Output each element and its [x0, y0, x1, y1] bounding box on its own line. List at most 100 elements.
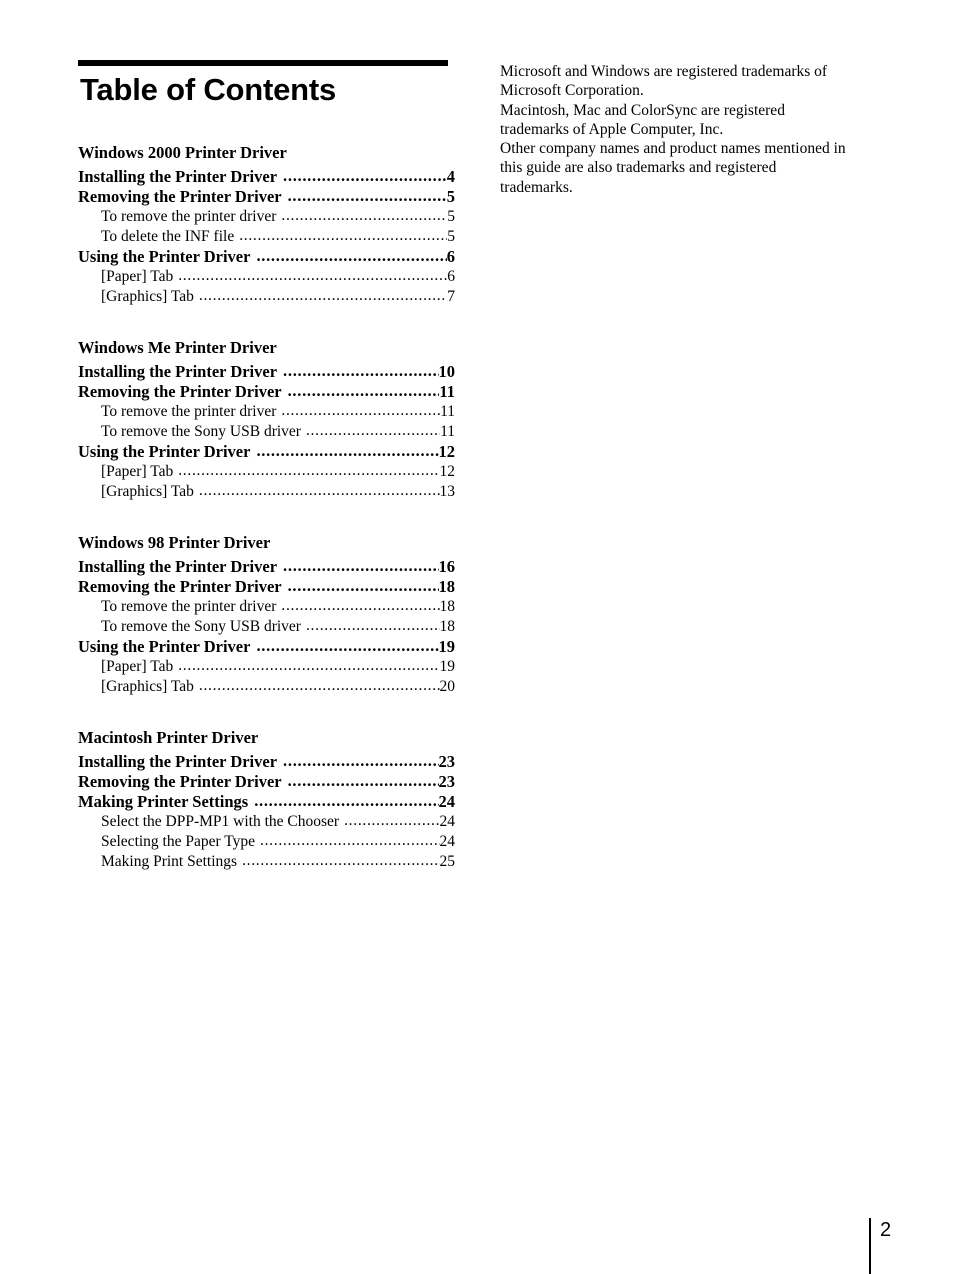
toc-entry-label: Removing the Printer Driver: [78, 577, 282, 596]
trademark-notice-line: trademarks of Apple Computer, Inc.: [500, 120, 724, 138]
toc-entry[interactable]: [Graphics] Tab 20: [78, 677, 455, 697]
toc-leader-dots: [256, 246, 446, 266]
toc-section: Windows 2000 Printer Driver Installing th…: [78, 142, 456, 307]
trademark-notice-line: Macintosh, Mac and ColorSync are registe…: [500, 101, 785, 119]
toc-entry[interactable]: [Graphics] Tab 7: [78, 287, 455, 307]
toc-entry-label: Removing the Printer Driver: [78, 187, 282, 206]
toc-entry-label: Installing the Printer Driver: [78, 557, 278, 576]
toc-entry-label: Select the DPP-MP1 with the Chooser: [101, 813, 340, 830]
trademark-notice-line: Other company names and product names me…: [500, 140, 846, 158]
toc-leader-dots: [283, 751, 438, 771]
toc-entry[interactable]: Installing the Printer Driver 23: [78, 752, 455, 772]
toc-entry-page-number: 18: [439, 598, 456, 615]
toc-entry[interactable]: Making Printer Settings 24: [78, 792, 455, 812]
toc-entry-label: Installing the Printer Driver: [78, 362, 278, 381]
toc-entry-page-number: 6: [447, 268, 455, 285]
page-footer: 2: [869, 1218, 891, 1274]
toc-entry[interactable]: Using the Printer Driver 6: [78, 247, 455, 267]
toc-entry-label: To remove the printer driver: [101, 598, 277, 615]
toc-entry-label: Removing the Printer Driver: [78, 772, 282, 791]
toc-entry-page-number: 20: [439, 678, 456, 695]
toc-entry-label: To remove the Sony USB driver: [101, 423, 301, 440]
toc-entry[interactable]: To remove the Sony USB driver 11: [78, 422, 455, 442]
trademark-notice-line: this guide are also trademarks and regis…: [500, 159, 777, 177]
toc-entry[interactable]: Removing the Printer Driver 5: [78, 187, 455, 207]
toc-section: Windows 98 Printer Driver Installing the …: [78, 532, 456, 697]
toc-entry[interactable]: [Paper] Tab 6: [78, 267, 455, 287]
toc-entry[interactable]: [Paper] Tab 12: [78, 462, 455, 482]
toc-entry[interactable]: Select the DPP-MP1 with the Chooser 24: [78, 812, 455, 832]
toc-entry[interactable]: Installing the Printer Driver 4: [78, 167, 455, 187]
toc-entry[interactable]: Using the Printer Driver 12: [78, 442, 455, 462]
title-rule: [78, 60, 448, 66]
toc-leader-dots: [281, 401, 440, 421]
toc-section-heading: Windows 2000 Printer Driver: [78, 143, 287, 162]
toc-entry[interactable]: To delete the INF file 5: [78, 227, 455, 247]
toc-entry[interactable]: To remove the Sony USB driver 18: [78, 617, 455, 637]
toc-entry-label: To remove the Sony USB driver: [101, 618, 301, 635]
toc-entry-label: [Paper] Tab: [101, 463, 174, 480]
toc-entry-page-number: 11: [439, 382, 455, 401]
trademark-notice-line: Microsoft Corporation.: [500, 82, 644, 100]
toc-entry-page-number: 5: [447, 208, 455, 225]
toc-entry[interactable]: Removing the Printer Driver 11: [78, 382, 455, 402]
toc-section: Windows Me Printer Driver Installing the …: [78, 337, 456, 502]
toc-section-list: Windows 2000 Printer Driver Installing th…: [78, 142, 456, 872]
toc-entry-label: Using the Printer Driver: [78, 247, 251, 266]
toc-leader-dots: [199, 676, 440, 696]
toc-entry-page-number: 10: [438, 362, 456, 381]
toc-entry-page-number: 18: [438, 577, 456, 596]
trademark-notice-line: trademarks.: [500, 178, 573, 196]
toc-leader-dots: [281, 596, 439, 616]
toc-entry-label: To delete the INF file: [101, 228, 235, 245]
toc-entry-page-number: 5: [446, 187, 455, 206]
toc-entry[interactable]: To remove the printer driver 5: [78, 207, 455, 227]
toc-entry-page-number: 11: [440, 423, 455, 440]
toc-leader-dots: [306, 616, 440, 636]
toc-section-heading: Macintosh Printer Driver: [78, 728, 259, 747]
toc-leader-dots: [288, 771, 439, 791]
toc-entry[interactable]: Selecting the Paper Type 24: [78, 832, 455, 852]
toc-entry-label: Installing the Printer Driver: [78, 167, 278, 186]
toc-leader-dots: [178, 461, 439, 481]
toc-leader-dots: [260, 831, 439, 851]
page-number: 2: [880, 1219, 892, 1241]
toc-section: Macintosh Printer Driver Installing the P…: [78, 727, 456, 872]
toc-leader-dots: [283, 361, 438, 381]
toc-leader-dots: [178, 656, 439, 676]
toc-entry-page-number: 4: [446, 167, 455, 186]
toc-entry[interactable]: To remove the printer driver 18: [78, 597, 455, 617]
toc-entry-label: Selecting the Paper Type: [101, 833, 256, 850]
toc-entry-label: Using the Printer Driver: [78, 637, 251, 656]
toc-section-heading: Windows Me Printer Driver: [78, 338, 277, 357]
toc-entry[interactable]: Using the Printer Driver 19: [78, 637, 455, 657]
toc-entry-page-number: 5: [447, 228, 455, 245]
toc-entry[interactable]: Making Print Settings 25: [78, 852, 455, 872]
trademark-notice-line: Microsoft and Windows are registered tra…: [500, 63, 828, 80]
toc-entry[interactable]: [Paper] Tab 19: [78, 657, 455, 677]
toc-entry-label: [Paper] Tab: [101, 268, 174, 285]
toc-entry-label: Making Print Settings: [101, 853, 238, 870]
toc-entry[interactable]: Removing the Printer Driver 23: [78, 772, 455, 792]
toc-entry-page-number: 19: [438, 637, 456, 656]
toc-entry-label: [Paper] Tab: [101, 658, 174, 675]
toc-entry-label: Making Printer Settings: [78, 792, 249, 811]
toc-leader-dots: [344, 811, 439, 831]
toc-leader-dots: [178, 266, 447, 286]
toc-entry[interactable]: To remove the printer driver 11: [78, 402, 455, 422]
toc-leader-dots: [254, 791, 438, 811]
toc-entry-page-number: 16: [438, 557, 456, 576]
table-of-contents: Table of Contents Windows 2000 Printer D…: [78, 60, 456, 872]
toc-entry-label: Removing the Printer Driver: [78, 382, 282, 401]
toc-entry-label: Installing the Printer Driver: [78, 752, 278, 771]
toc-entry-page-number: 23: [438, 752, 456, 771]
toc-leader-dots: [306, 421, 440, 441]
toc-entry[interactable]: Installing the Printer Driver 10: [78, 362, 455, 382]
toc-entry-page-number: 23: [438, 772, 456, 791]
toc-entry[interactable]: Removing the Printer Driver 18: [78, 577, 455, 597]
toc-entry-page-number: 11: [440, 403, 455, 420]
toc-entry[interactable]: Installing the Printer Driver 16: [78, 557, 455, 577]
toc-leader-dots: [242, 851, 439, 871]
toc-entry[interactable]: [Graphics] Tab 13: [78, 482, 455, 502]
toc-entry-page-number: 12: [439, 463, 456, 480]
